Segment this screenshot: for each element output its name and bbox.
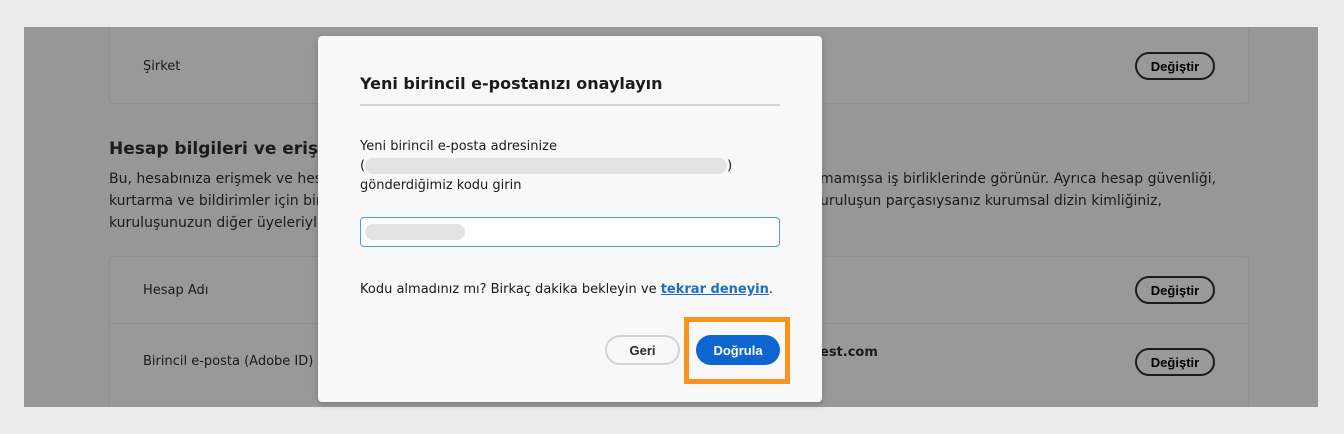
back-button[interactable]: Geri [605, 335, 680, 365]
section-text-right-1: mamışsa iş birliklerinde görünür. Ayrıca… [820, 171, 1217, 187]
retry-link[interactable]: tekrar deneyin [661, 282, 769, 297]
confirm-email-dialog: Yeni birincil e-postanızı onaylayın Yeni… [318, 36, 822, 402]
section-title: Hesap bilgileri ve erişir [109, 139, 333, 159]
section-text-right-2: uruluşun parçasıysanız kurumsal dizin ki… [820, 193, 1162, 209]
dialog-title: Yeni birincil e-postanızı onaylayın [360, 74, 663, 93]
change-company-button[interactable]: Değiştir [1135, 52, 1215, 80]
verify-button[interactable]: Doğrula [696, 335, 780, 365]
section-text-left-1: Bu, hesabınıza erişmek ve hesa [109, 171, 331, 187]
instruction-line-1: Yeni birincil e-posta adresinize [360, 139, 557, 154]
account-name-label: Hesap Adı [143, 283, 209, 298]
code-input[interactable] [360, 217, 780, 247]
redacted-email [365, 158, 728, 174]
section-text-left-2: kurtarma ve bildirimler için bir [109, 193, 322, 209]
resend-prompt: Kodu almadınız mı? Birkaç dakika bekleyi… [360, 282, 661, 297]
redacted-code [365, 224, 465, 240]
instruction-line-3: gönderdiğimiz kodu girin [360, 178, 522, 193]
primary-email-label: Birincil e-posta (Adobe ID) [143, 354, 314, 369]
resend-text: Kodu almadınız mı? Birkaç dakika bekleyi… [360, 282, 773, 297]
close-paren: ) [727, 158, 733, 174]
title-divider [360, 104, 780, 106]
instruction-line-2: () [360, 158, 732, 174]
resend-period: . [768, 282, 774, 297]
section-text-left-3: kuruluşunuzun diğer üyeleriyle [109, 215, 326, 231]
change-account-name-button[interactable]: Değiştir [1135, 276, 1215, 304]
change-primary-email-button[interactable]: Değiştir [1135, 348, 1215, 376]
primary-email-value: est.com [820, 345, 878, 360]
company-label: Şirket [143, 59, 181, 74]
